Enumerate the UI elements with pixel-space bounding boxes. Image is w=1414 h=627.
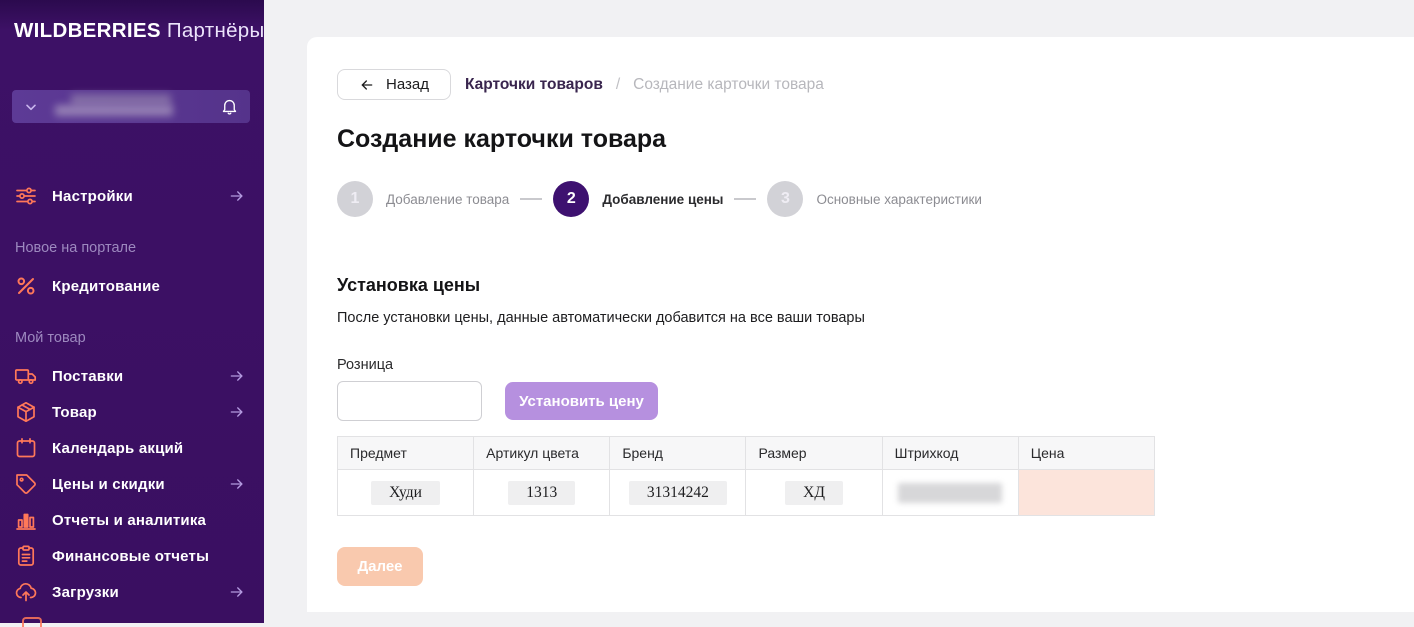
- sidebar-item-calendar[interactable]: Календарь акций: [0, 430, 264, 466]
- sidebar-item-box[interactable]: Товар: [0, 394, 264, 430]
- stepper-step-1[interactable]: 1 Добавление товара: [337, 181, 509, 217]
- table-cell: Худи: [336, 469, 475, 516]
- sidebar-item-label: Настройки: [52, 187, 133, 205]
- sidebar-item-tag[interactable]: Цены и скидки: [0, 466, 264, 502]
- logo-suffix: Партнёры: [166, 19, 265, 42]
- bell-icon[interactable]: [220, 97, 239, 116]
- page-title: Создание карточки товара: [337, 125, 667, 153]
- sidebar-item-label: Загрузки: [52, 583, 119, 601]
- step-number[interactable]: 1: [337, 181, 373, 217]
- barcode-cell-redacted: [881, 469, 1019, 516]
- breadcrumb-separator: /: [615, 76, 621, 93]
- step-separator: [734, 198, 757, 200]
- clipboard-icon: [14, 544, 38, 568]
- cell-value: 1313: [508, 480, 576, 505]
- price-section-description: После установки цены, данные автоматичес…: [337, 310, 865, 326]
- sidebar-item-bar-chart[interactable]: Отчеты и аналитика: [0, 502, 264, 538]
- breadcrumb: Карточки товаров / Создание карточки тов…: [465, 76, 824, 94]
- arrow-right-icon: [228, 475, 246, 493]
- breadcrumb-current: Создание карточки товара: [633, 76, 824, 93]
- goods-table: Предмет Артикул цвета Бренд Размер Штрихкод Ц…: [336, 436, 1156, 516]
- table-body: Худи 1313 31314242 ХД: [336, 469, 1156, 516]
- arrow-right-icon: [228, 403, 246, 421]
- sidebar-item-label: Календарь акций: [52, 439, 184, 457]
- table-column-header: Штрихкод: [881, 436, 1019, 470]
- calendar-icon: [14, 436, 38, 460]
- sidebar-item-cloud-upload[interactable]: Загрузки: [0, 574, 264, 610]
- table-cell: 31314242: [609, 469, 747, 516]
- sidebar-item-truck[interactable]: Поставки: [0, 358, 264, 394]
- table-column-header: Размер: [745, 436, 883, 470]
- sidebar-item-label: Финансовые отчеты: [52, 547, 210, 565]
- step-number[interactable]: 3: [767, 181, 804, 217]
- retail-price-label: Розница: [337, 357, 394, 373]
- wildberries-logo: WILDBERRIES Партнёры: [14, 19, 265, 43]
- back-button-label: Назад: [386, 76, 429, 93]
- redacted-value: [898, 482, 1003, 503]
- table-column-header: Цена: [1017, 436, 1156, 470]
- sidebar-item-percent[interactable]: Кредитование: [0, 268, 264, 304]
- logo-brand: WILDBERRIES: [14, 19, 161, 42]
- table-header-row: Предмет Артикул цвета Бренд Размер Штрихкод Ц…: [336, 436, 1156, 470]
- sidebar-item-clipboard[interactable]: Финансовые отчеты: [0, 538, 264, 574]
- sidebar-item-label: Товар: [52, 403, 97, 421]
- sidebar-section-label: Мой товар: [15, 330, 86, 346]
- sidebar-item-sliders[interactable]: Настройки: [0, 178, 264, 214]
- sidebar-item-label: Отчеты и аналитика: [52, 511, 207, 529]
- sidebar-menu: Настройки Новое на портале Кредитование Мой…: [0, 178, 264, 610]
- chevron-down-icon: [23, 99, 39, 115]
- tag-icon: [14, 472, 38, 496]
- sidebar: WILDBERRIES Партнёры Настройки Новое на по…: [0, 0, 265, 627]
- cloud-upload-icon: [14, 580, 38, 604]
- step-label: Добавление цены: [602, 191, 724, 207]
- stepper-step-3[interactable]: 3 Основные характеристики: [767, 181, 982, 217]
- table-column-header: Предмет: [336, 436, 475, 470]
- cell-value: 31314242: [628, 480, 727, 505]
- sidebar-item-label: Поставки: [52, 367, 124, 385]
- arrow-right-icon: [228, 187, 246, 205]
- step-separator: [520, 198, 543, 200]
- breadcrumb-product-cards[interactable]: Карточки товаров: [465, 76, 603, 94]
- price-section-heading: Установка цены: [337, 275, 481, 295]
- user-account-selector[interactable]: [12, 90, 250, 123]
- price-cell-empty[interactable]: [1017, 469, 1156, 516]
- arrow-left-icon: [361, 79, 373, 90]
- cell-value: ХД: [785, 480, 843, 505]
- next-button[interactable]: Далее: [337, 547, 423, 586]
- step-number[interactable]: 2: [553, 181, 590, 217]
- cell-value: Худи: [371, 480, 440, 505]
- stepper-step-2[interactable]: 2 Добавление цены: [553, 181, 723, 217]
- box-icon: [14, 400, 38, 424]
- retail-price-input[interactable]: [337, 381, 482, 421]
- table-cell: 1313: [473, 469, 611, 516]
- cut-off-menu-icon: [22, 617, 42, 627]
- truck-icon: [14, 364, 38, 388]
- table-row: Худи 1313 31314242 ХД: [336, 469, 1156, 516]
- sidebar-item-label: Цены и скидки: [52, 475, 165, 493]
- table-column-header: Бренд: [609, 436, 747, 470]
- sidebar-section-label: Новое на портале: [15, 240, 137, 256]
- step-label: Основные характеристики: [816, 191, 982, 207]
- back-button[interactable]: Назад: [337, 69, 451, 100]
- arrow-right-icon: [228, 367, 246, 385]
- sliders-icon: [14, 184, 38, 208]
- step-label: Добавление товара: [386, 191, 510, 207]
- content-card: Назад Карточки товаров / Создание карточ…: [307, 37, 1414, 612]
- sidebar-item-label: Кредитование: [52, 277, 161, 295]
- bar-chart-icon: [14, 508, 38, 532]
- table-cell: ХД: [745, 469, 883, 516]
- arrow-right-icon: [228, 583, 246, 601]
- user-name-redacted: [55, 93, 173, 116]
- percent-icon: [14, 274, 38, 298]
- stepper: 1 Добавление товара 2 Добавление цены 3 Основ…: [337, 181, 982, 217]
- set-price-button[interactable]: Установить цену: [505, 382, 658, 420]
- table-column-header: Артикул цвета: [473, 436, 611, 470]
